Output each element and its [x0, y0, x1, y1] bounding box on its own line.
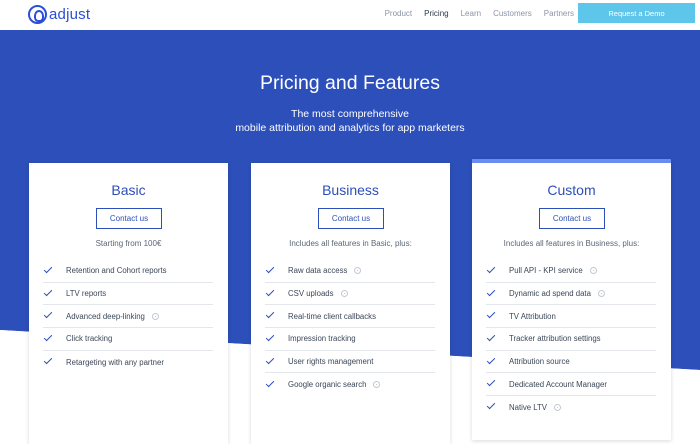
info-icon[interactable] — [589, 267, 597, 275]
feature-label: User rights management — [288, 357, 374, 367]
feature-label: Click tracking — [66, 334, 113, 344]
checkmark-icon — [267, 358, 280, 366]
feature-item: User rights management — [265, 351, 435, 374]
feature-item: LTV reports — [43, 283, 213, 306]
checkmark-icon — [267, 312, 280, 320]
feature-label: Raw data access — [288, 266, 348, 276]
feature-item: Real-time client callbacks — [265, 305, 435, 329]
plan-intro: Includes all features in Business, plus: — [503, 239, 640, 248]
checkmark-icon — [488, 267, 501, 275]
feature-label: LTV reports — [66, 289, 107, 299]
plan-name: Business — [322, 182, 379, 198]
feature-label: Attribution source — [509, 357, 570, 367]
feature-item: Advanced deep-linking — [43, 305, 213, 329]
feature-item: CSV uploads — [265, 283, 435, 306]
feature-label: Native LTV — [509, 402, 547, 412]
subtitle-line-1: The most comprehensive — [291, 108, 409, 120]
checkmark-icon — [488, 380, 501, 388]
nav-link-customers[interactable]: Customers — [493, 9, 532, 18]
feature-label: Tracker attribution settings — [509, 334, 601, 344]
checkmark-icon — [267, 290, 280, 298]
page-subtitle: The most comprehensive mobile attributio… — [0, 107, 700, 135]
feature-item: Dynamic ad spend data — [486, 283, 656, 306]
feature-item: TV Attribution — [486, 305, 656, 329]
adjust-logo[interactable]: adjust — [28, 5, 90, 24]
feature-item: Raw data access — [265, 260, 435, 283]
feature-label: Retargeting with any partner — [66, 357, 164, 367]
feature-item: Tracker attribution settings — [486, 328, 656, 351]
page-title: Pricing and Features — [260, 72, 440, 94]
feature-item: Pull API - KPI service — [486, 260, 656, 283]
feature-label: Retention and Cohort reports — [66, 266, 167, 276]
feature-item: Retargeting with any partner — [43, 351, 213, 374]
contact-us-button[interactable]: Contact us — [318, 208, 384, 229]
feature-list: Retention and Cohort reports LTV reports… — [43, 260, 213, 373]
feature-item: Impression tracking — [265, 328, 435, 351]
adjust-logo-icon — [28, 5, 47, 24]
contact-us-button[interactable]: Contact us — [96, 208, 162, 229]
contact-us-button[interactable]: Contact us — [539, 208, 605, 229]
checkmark-icon — [267, 335, 280, 343]
feature-list: Raw data access CSV uploads Real-time cl… — [265, 260, 435, 396]
info-icon[interactable] — [354, 267, 362, 275]
feature-item: Google organic search — [265, 373, 435, 396]
checkmark-icon — [267, 381, 280, 389]
info-icon[interactable] — [151, 312, 159, 320]
feature-label: Dedicated Account Manager — [509, 379, 607, 389]
plan-intro: Includes all features in Basic, plus: — [289, 239, 412, 248]
checkmark-icon — [488, 290, 501, 298]
info-icon[interactable] — [340, 290, 348, 298]
subtitle-line-2: mobile attribution and analytics for app… — [235, 122, 465, 134]
plan-card-custom: Custom Contact us Includes all features … — [472, 159, 671, 440]
feature-item: Click tracking — [43, 328, 213, 351]
feature-label: Impression tracking — [288, 334, 356, 344]
feature-label: Google organic search — [288, 380, 367, 390]
checkmark-icon — [488, 403, 501, 411]
feature-list: Pull API - KPI service Dynamic ad spend … — [486, 260, 656, 419]
request-demo-button[interactable]: Request a Demo — [578, 3, 695, 23]
plan-intro: Starting from 100€ — [95, 239, 162, 248]
checkmark-icon — [45, 312, 58, 320]
plan-name: Custom — [547, 182, 596, 198]
feature-label: Advanced deep-linking — [66, 311, 145, 321]
nav-link-learn[interactable]: Learn — [461, 9, 481, 18]
checkmark-icon — [267, 267, 280, 275]
checkmark-icon — [488, 312, 501, 320]
nav-links: Product Pricing Learn Customers Partners — [385, 9, 574, 18]
feature-label: Dynamic ad spend data — [509, 289, 591, 299]
nav-link-product[interactable]: Product — [385, 9, 413, 18]
feature-label: Real-time client callbacks — [288, 311, 376, 321]
checkmark-icon — [45, 335, 58, 343]
plan-card-business: Business Contact us Includes all feature… — [251, 163, 450, 444]
feature-item: Attribution source — [486, 351, 656, 374]
nav-link-pricing[interactable]: Pricing — [424, 9, 448, 18]
logo-text: adjust — [49, 6, 91, 23]
checkmark-icon — [488, 358, 501, 366]
checkmark-icon — [45, 267, 58, 275]
feature-item: Retention and Cohort reports — [43, 260, 213, 283]
feature-label: Pull API - KPI service — [509, 266, 583, 276]
checkmark-icon — [45, 290, 58, 298]
top-navigation: adjust Product Pricing Learn Customers P… — [0, 0, 700, 30]
feature-item: Dedicated Account Manager — [486, 373, 656, 397]
plan-name: Basic — [111, 182, 146, 198]
checkmark-icon — [45, 358, 58, 366]
feature-label: TV Attribution — [509, 311, 556, 321]
feature-label: CSV uploads — [288, 289, 334, 299]
feature-item: Native LTV — [486, 396, 656, 419]
nav-link-partners[interactable]: Partners — [544, 9, 574, 18]
info-icon[interactable] — [597, 290, 605, 298]
info-icon[interactable] — [554, 403, 561, 411]
info-icon[interactable] — [373, 381, 381, 389]
checkmark-icon — [488, 335, 501, 343]
plan-card-basic: Basic Contact us Starting from 100€ Rete… — [29, 163, 228, 444]
